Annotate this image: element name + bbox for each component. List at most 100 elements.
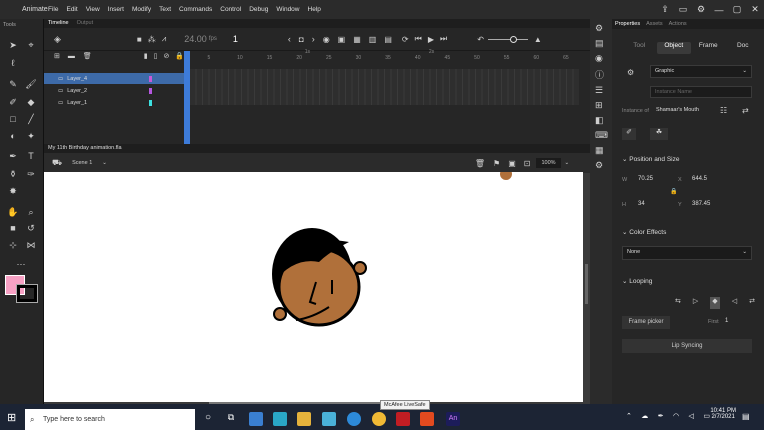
undo-icon[interactable]: ↶ xyxy=(477,35,484,44)
position-size-header[interactable]: ⌄ Position and Size xyxy=(622,155,680,163)
eraser-tool-icon[interactable]: ◆ xyxy=(24,96,38,108)
zoom-select[interactable]: 100% xyxy=(536,158,561,168)
chevron-down-icon[interactable]: ⌄ xyxy=(102,160,107,166)
pen-icon[interactable]: ✒ xyxy=(658,412,664,424)
asset-warp-icon[interactable]: ⊹ xyxy=(6,239,20,251)
y-value[interactable]: 387.45 xyxy=(692,201,710,207)
rectangle-tool-icon[interactable]: □ xyxy=(6,113,20,125)
lock-icon[interactable]: 🔒 xyxy=(175,52,184,60)
tab-output[interactable]: Output xyxy=(73,19,98,28)
vertical-scrollbar[interactable] xyxy=(585,264,588,304)
wifi-icon[interactable]: ◠ xyxy=(673,412,679,424)
camera-icon[interactable]: ■ xyxy=(137,35,142,44)
new-folder-icon[interactable]: ▬ xyxy=(68,53,75,60)
swap-arrows-icon[interactable]: ⇄ xyxy=(742,106,749,115)
office-icon[interactable] xyxy=(420,412,434,426)
store-icon[interactable] xyxy=(322,412,336,426)
outline-icon[interactable]: ▯ xyxy=(154,52,158,60)
mountain-icon[interactable]: ▲ xyxy=(534,35,542,44)
frame-box-icon[interactable]: ▦ xyxy=(353,35,361,44)
close-button[interactable]: ✕ xyxy=(746,4,764,15)
loop-icon[interactable]: ⇆ xyxy=(675,297,681,309)
frame-grid[interactable] xyxy=(189,69,579,105)
edge-icon[interactable] xyxy=(347,412,361,426)
hand-tool-icon[interactable]: ✋ xyxy=(6,206,20,218)
width-value[interactable]: 70.25 xyxy=(638,176,653,182)
layer-depth-icon[interactable]: ⁂ xyxy=(148,35,156,44)
bone-icon[interactable]: ☘ xyxy=(650,128,668,140)
menu-text[interactable]: Text xyxy=(155,6,175,13)
reverse-loop-icon[interactable]: ⇄ xyxy=(749,297,755,309)
loop-icon[interactable]: ⟳ xyxy=(402,35,409,44)
edit-frames-icon[interactable]: ▣ xyxy=(338,35,346,44)
code-icon[interactable]: ⌨ xyxy=(595,130,608,141)
delete-layer-icon[interactable]: 🗑 xyxy=(83,52,92,60)
visibility-icon[interactable]: ⊘ xyxy=(163,52,169,60)
menu-edit[interactable]: Edit xyxy=(62,6,81,13)
onion-skin-icon[interactable]: ◉ xyxy=(323,35,330,44)
swap-symbol-icon[interactable]: ☷ xyxy=(720,106,727,115)
stroke-color-swatch[interactable] xyxy=(16,284,38,303)
layer-name[interactable]: Layer_1 xyxy=(67,100,147,106)
pin-tool-icon[interactable]: ✸ xyxy=(6,185,20,197)
edit-icon[interactable]: ✐ xyxy=(622,128,636,140)
stage-canvas[interactable] xyxy=(44,168,583,402)
layer-name[interactable]: Layer_2 xyxy=(67,88,147,94)
frame-box3-icon[interactable]: ▤ xyxy=(384,35,392,44)
components-icon[interactable]: ◧ xyxy=(595,115,607,126)
paint-brush-icon[interactable]: ✐ xyxy=(6,96,20,108)
notifications-icon[interactable]: ▤ xyxy=(742,412,750,421)
subtab-doc[interactable]: Doc xyxy=(726,42,761,54)
subselection-tool-icon[interactable]: ⌖ xyxy=(24,39,38,51)
menu-file[interactable]: File xyxy=(44,6,62,13)
transform-icon[interactable]: ⊞ xyxy=(595,100,607,111)
zoom-tool-icon[interactable]: ⌕ xyxy=(24,206,38,218)
onedrive-icon[interactable]: ☁ xyxy=(641,412,648,424)
play-icon[interactable]: ▶ xyxy=(428,35,434,44)
menu-modify[interactable]: Modify xyxy=(128,6,155,13)
l-app-icon[interactable] xyxy=(273,412,287,426)
subtab-object[interactable]: Object xyxy=(656,42,691,54)
menu-debug[interactable]: Debug xyxy=(245,6,272,13)
motion-icon[interactable]: ⚙ xyxy=(595,160,607,171)
line-tool-icon[interactable]: ╱ xyxy=(24,113,38,125)
playhead[interactable] xyxy=(184,51,190,144)
first-frame-value[interactable]: 1 xyxy=(725,318,728,324)
fps-value[interactable]: 24.00 xyxy=(184,34,207,44)
graph-icon[interactable]: ⩘ xyxy=(162,34,167,44)
minimize-button[interactable]: — xyxy=(710,5,728,15)
current-frame[interactable]: 1 xyxy=(233,34,238,44)
lock-ratio-icon[interactable]: 🔒 xyxy=(670,188,677,195)
tab-timeline[interactable]: Timeline xyxy=(44,19,73,28)
file-explorer-icon[interactable] xyxy=(297,412,311,426)
share-icon[interactable]: ⇪ xyxy=(656,4,674,15)
workspace-icon[interactable]: ▭ xyxy=(674,4,692,15)
layer-name[interactable]: Layer_4 xyxy=(67,76,147,82)
single-frame-icon[interactable]: ◆ xyxy=(710,297,720,309)
task-view-icon[interactable]: ⧉ xyxy=(224,412,238,426)
menu-control[interactable]: Control xyxy=(216,6,245,13)
next-keyframe-icon[interactable]: › xyxy=(312,34,315,44)
reverse-icon[interactable]: ◁ xyxy=(732,297,737,309)
pen-tool-icon[interactable]: ✒ xyxy=(6,150,20,162)
edit-symbols-icon[interactable]: ⚑ xyxy=(493,159,500,168)
clip-icon[interactable]: ▣ xyxy=(508,159,516,168)
history-icon[interactable]: ▦ xyxy=(595,145,607,156)
document-tab[interactable]: My 11th Birthday animation.fla xyxy=(44,144,590,153)
prev-keyframe-icon[interactable]: ‹ xyxy=(288,34,291,44)
tab-properties[interactable]: Properties xyxy=(612,19,643,29)
battery-icon[interactable]: ▭ xyxy=(703,412,710,424)
maximize-button[interactable]: ▢ xyxy=(728,4,746,15)
step-back-icon[interactable]: ⏮ xyxy=(415,34,422,44)
menu-view[interactable]: View xyxy=(82,6,104,13)
center-stage-icon[interactable]: ⊡ xyxy=(524,159,531,168)
frame-box2-icon[interactable]: ▥ xyxy=(369,35,377,44)
height-value[interactable]: 34 xyxy=(638,201,645,207)
menu-commands[interactable]: Commands xyxy=(175,6,216,13)
bucket-tool-icon[interactable]: ◐ xyxy=(6,130,20,142)
lip-syncing-button[interactable]: Lip Syncing xyxy=(622,339,752,353)
mail-app-icon[interactable] xyxy=(249,412,263,426)
layer-row-layer-4[interactable]: ▭ Layer_4 xyxy=(44,73,186,84)
volume-icon[interactable]: ◁ xyxy=(689,412,694,424)
instance-name-input[interactable]: Instance Name xyxy=(650,86,752,98)
